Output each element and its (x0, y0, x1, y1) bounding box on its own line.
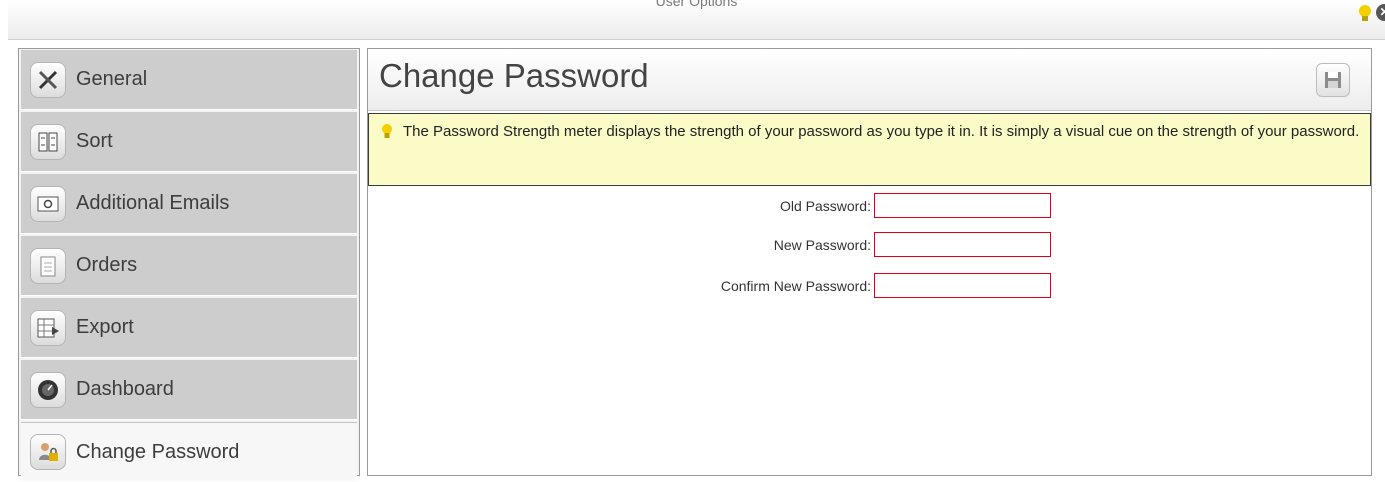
confirm-password-input[interactable] (874, 273, 1051, 298)
sidebar-item-dashboard[interactable]: Dashboard (21, 360, 357, 420)
sidebar-item-general[interactable]: General (21, 50, 357, 110)
sidebar-item-label: Dashboard (76, 378, 174, 400)
sidebar-item-additional-emails[interactable]: Additional Emails (21, 174, 357, 234)
new-password-label: New Password: (773, 237, 871, 253)
export-icon (30, 309, 66, 346)
sidebar: General Sort Additional Emails Orders Ex… (18, 48, 360, 482)
tools-icon (30, 61, 66, 98)
sidebar-item-label: Sort (76, 130, 113, 152)
sidebar-item-label: General (76, 68, 148, 90)
new-password-input[interactable] (874, 232, 1051, 257)
info-box: The Password Strength meter displays the… (368, 113, 1371, 186)
sidebar-item-label: Orders (76, 254, 138, 276)
new-password-row: New Password: (368, 232, 1371, 258)
gauge-icon (30, 371, 66, 408)
save-button[interactable] (1316, 63, 1350, 97)
old-password-label: Old Password: (779, 198, 871, 214)
user-lock-icon (30, 434, 66, 470)
confirm-password-label: Confirm New Password: (720, 278, 871, 294)
sidebar-item-orders[interactable]: Orders (21, 236, 357, 296)
sidebar-item-sort[interactable]: Sort (21, 112, 357, 172)
sort-icon (30, 123, 66, 160)
email-icon (30, 185, 66, 222)
main-panel: Change Password The Password Strength me… (367, 48, 1372, 476)
save-icon (1325, 72, 1341, 88)
old-password-row: Old Password: (368, 193, 1371, 219)
confirm-password-row: Confirm New Password: (368, 273, 1371, 299)
close-icon[interactable]: ✕ (1376, 4, 1385, 21)
window-title: User Options (655, 0, 738, 9)
clipboard-icon (30, 247, 66, 284)
sidebar-item-label: Additional Emails (76, 192, 230, 214)
sidebar-item-change-password[interactable]: Change Password (21, 422, 357, 482)
old-password-input[interactable] (874, 193, 1051, 218)
panel-header: Change Password (368, 49, 1371, 111)
lightbulb-icon (382, 124, 392, 138)
info-text: The Password Strength meter displays the… (403, 123, 1360, 140)
sidebar-item-export[interactable]: Export (21, 298, 357, 358)
page-title: Change Password (379, 57, 649, 94)
sidebar-item-label: Export (76, 316, 134, 338)
help-bulb-icon[interactable] (1358, 4, 1372, 24)
window-titlebar: User Options ✕ (8, 0, 1385, 40)
sidebar-item-label: Change Password (76, 440, 240, 463)
